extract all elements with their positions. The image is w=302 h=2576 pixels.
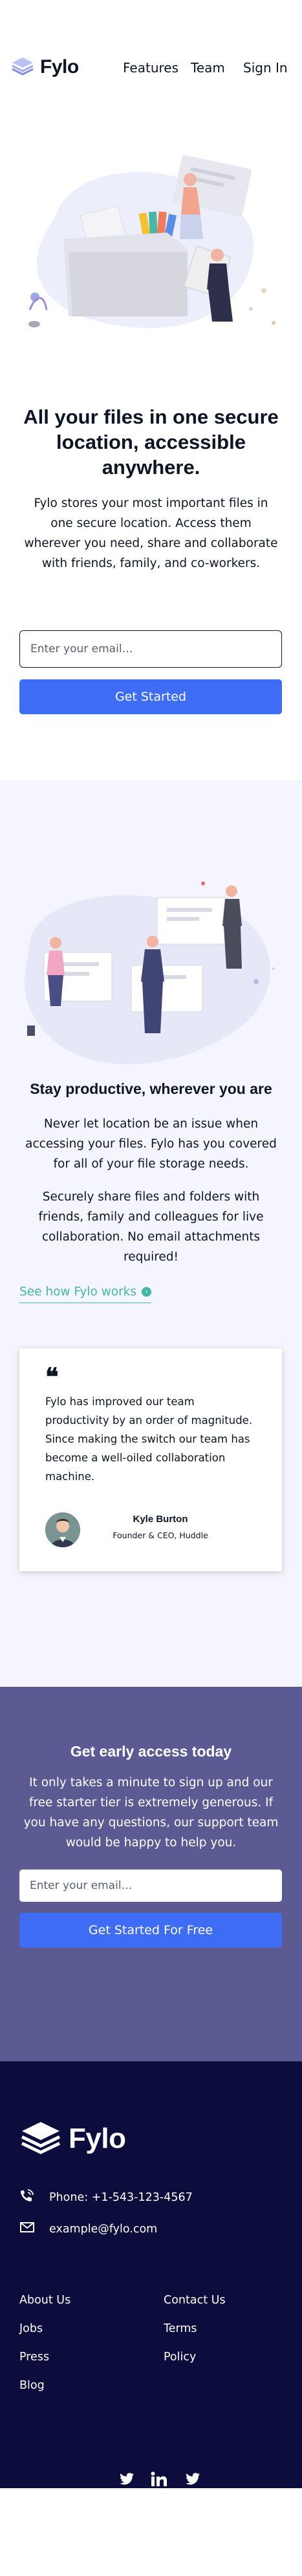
site-header: Fylo Features Team Sign In bbox=[0, 0, 302, 136]
footer-link-press[interactable]: Press bbox=[19, 2351, 49, 2364]
hero-email-input[interactable] bbox=[19, 630, 282, 668]
footer-link-contact-us[interactable]: Contact Us bbox=[164, 2294, 226, 2307]
get-started-for-free-button[interactable]: Get Started For Free bbox=[19, 1913, 282, 1948]
early-access-title: Get early access today bbox=[70, 1743, 232, 1760]
footer-link-blog[interactable]: Blog bbox=[19, 2379, 45, 2392]
arrow-right-icon: › bbox=[142, 1287, 152, 1297]
quote-icon: ❝ bbox=[45, 1364, 59, 1391]
productive-illustration bbox=[18, 878, 285, 1085]
footer-brand-name: Fylo bbox=[69, 2123, 126, 2154]
get-started-button[interactable]: Get Started bbox=[19, 679, 282, 714]
linkedin-icon[interactable] bbox=[151, 2471, 167, 2489]
footer-link-about-us[interactable]: About Us bbox=[19, 2294, 70, 2307]
footer-email[interactable]: example@fylo.com bbox=[19, 2221, 157, 2237]
phone-icon bbox=[19, 2189, 35, 2206]
footer-link-jobs[interactable]: Jobs bbox=[19, 2322, 43, 2335]
hero-illustration bbox=[18, 154, 285, 349]
footer-link-terms[interactable]: Terms bbox=[164, 2322, 197, 2335]
testimonial-author-name: Kyle Burton bbox=[133, 1514, 188, 1525]
page: Fylo Features Team Sign In All your file… bbox=[0, 0, 302, 2576]
footer-link-policy[interactable]: Policy bbox=[164, 2351, 196, 2364]
footer-email-text: example@fylo.com bbox=[49, 2222, 158, 2236]
footer-phone[interactable]: Phone: +1-543-123-4567 bbox=[19, 2189, 193, 2206]
nav-team[interactable]: Team bbox=[191, 60, 225, 76]
logo-icon bbox=[19, 2119, 62, 2158]
testimonial-card: ❝ Fylo has improved our team productivit… bbox=[19, 1348, 282, 1571]
hero-description: Fylo stores your most important files in… bbox=[24, 497, 278, 570]
early-access-description: It only takes a minute to sign up and ou… bbox=[23, 1776, 279, 1850]
early-access-email-input[interactable] bbox=[19, 1870, 282, 1902]
testimonial-author-role: Founder & CEO, Huddle bbox=[113, 1530, 208, 1540]
footer-phone-text: Phone: +1-543-123-4567 bbox=[49, 2190, 193, 2204]
see-how-link-label: See how Fylo works bbox=[19, 1285, 137, 1299]
logo-icon bbox=[10, 56, 35, 79]
nav-sign-in[interactable]: Sign In bbox=[243, 60, 288, 76]
brand-logo[interactable]: Fylo bbox=[10, 56, 79, 79]
brand-name: Fylo bbox=[40, 56, 79, 77]
hero-title: All your files in one secure location, a… bbox=[23, 406, 279, 479]
productive-paragraph-1: Never let location be an issue when acce… bbox=[25, 1117, 277, 1171]
testimonial-quote: Fylo has improved our team productivity … bbox=[45, 1396, 253, 1483]
footer-brand-logo[interactable]: Fylo bbox=[19, 2119, 126, 2158]
twitter-icon[interactable] bbox=[185, 2471, 200, 2489]
email-icon bbox=[19, 2221, 35, 2237]
facebook-icon[interactable] bbox=[119, 2471, 135, 2489]
see-how-fylo-works-link[interactable]: See how Fylo works › bbox=[19, 1285, 152, 1303]
productive-paragraph-2: Securely share files and folders with fr… bbox=[38, 1190, 264, 1264]
productive-title: Stay productive, wherever you are bbox=[30, 1080, 272, 1097]
nav-features[interactable]: Features bbox=[123, 60, 178, 76]
